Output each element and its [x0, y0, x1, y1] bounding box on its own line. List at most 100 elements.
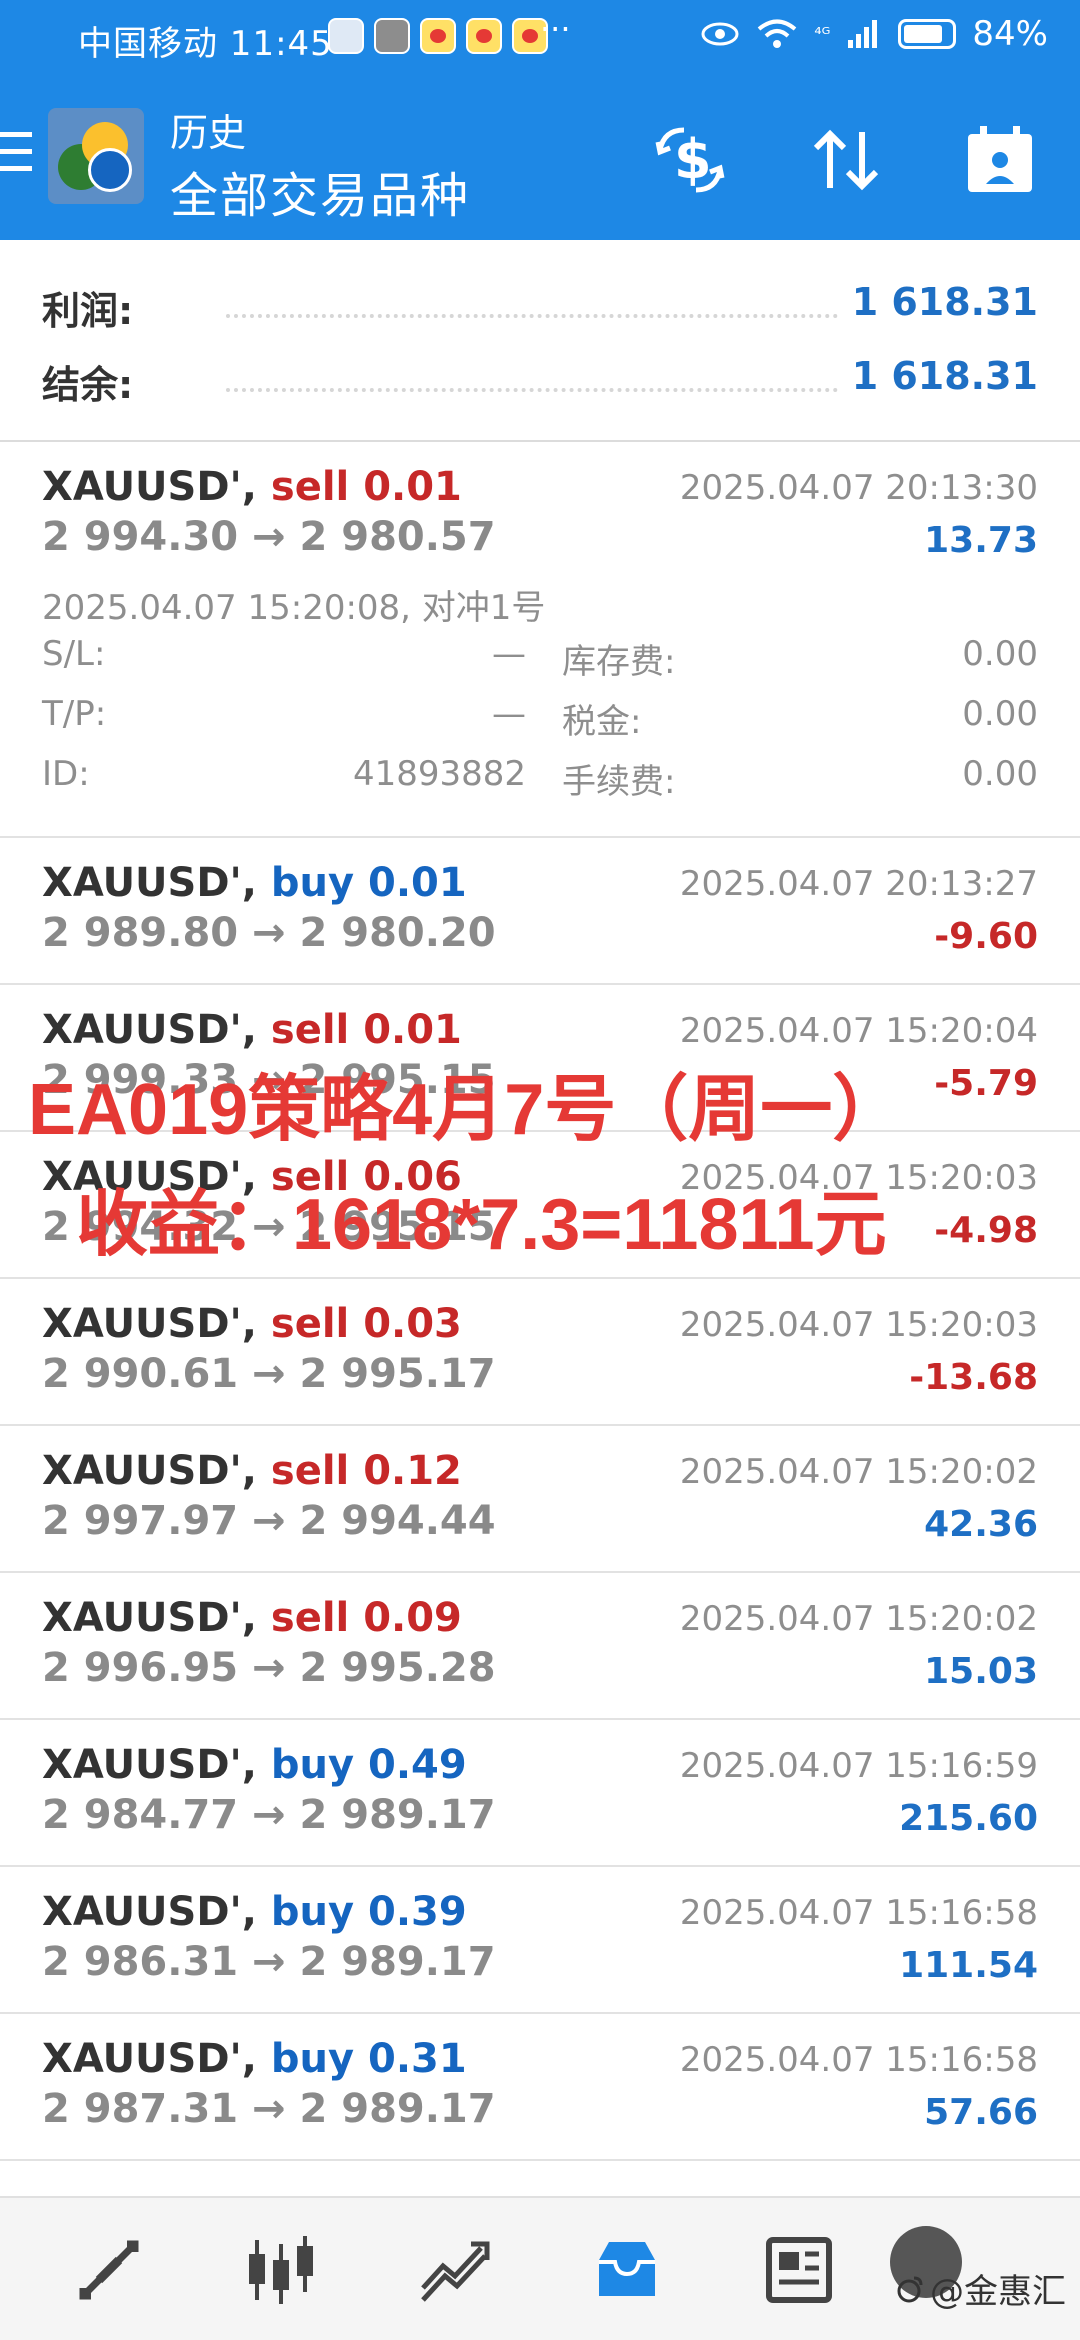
deal-time: 2025.04.07 20:13:27 [679, 864, 1038, 904]
deal-type: buy 0.31 [270, 2036, 467, 2082]
deal-time: 2025.04.07 15:20:02 [679, 1599, 1038, 1639]
profit-row: 利润: 1 618.31 [42, 280, 1038, 340]
svg-text:$: $ [674, 128, 712, 191]
fee-label: 手续费: [562, 762, 676, 802]
deal-profit: -13.68 [909, 1357, 1038, 1398]
deal-row[interactable]: XAUUSD', buy 0.39 2 986.31 → 2 989.17 20… [0, 1867, 1080, 2014]
deal-type: sell 0.03 [270, 1301, 462, 1347]
deal-time: 2025.04.07 15:20:02 [679, 1452, 1038, 1492]
tp-value: — [492, 694, 526, 734]
deal-prices: 2 986.31 → 2 989.17 [42, 1939, 496, 1985]
deal-type: buy 0.01 [270, 860, 467, 906]
profit-value: 1 618.31 [851, 280, 1038, 324]
deal-time: 2025.04.07 15:16:58 [679, 1893, 1038, 1933]
swap-value: 0.00 [962, 634, 1038, 674]
deal-details: S/L: — 库存费: 0.00 T/P: — 税金: 0.00 ID: 418… [42, 634, 1038, 814]
deal-row[interactable]: XAUUSD', sell 0.03 2 990.61 → 2 995.17 2… [0, 1279, 1080, 1426]
menu-icon[interactable] [0, 132, 32, 182]
deal-symbol: XAUUSD', sell 0.03 [42, 1301, 462, 1347]
deal-row[interactable]: XAUUSD', sell 0.12 2 997.97 → 2 994.44 2… [0, 1426, 1080, 1573]
deal-prices: 2 990.61 → 2 995.17 [42, 1351, 496, 1397]
deal-time: 2025.04.07 15:16:59 [679, 1746, 1038, 1786]
trade-icon[interactable] [410, 2230, 500, 2310]
news-icon[interactable] [754, 2230, 844, 2310]
battery-percent: 84% [972, 14, 1048, 54]
deal-row[interactable]: XAUUSD', buy 0.31 2 987.31 → 2 989.17 20… [0, 2014, 1080, 2161]
deal-type: sell 0.01 [270, 464, 462, 510]
id-label: ID: [42, 754, 90, 794]
swap-label: 库存费: [562, 642, 676, 682]
home-app-icon [328, 18, 364, 54]
deal-symbol: XAUUSD', sell 0.12 [42, 1448, 462, 1494]
watermark: @金惠汇 [894, 2264, 1066, 2313]
deal-profit: 111.54 [899, 1945, 1038, 1986]
app-screen: 中国移动 11:45 ··· ⁴ᴳ 84% 历史 全部交易品种 $ 利润: 1 … [0, 0, 1080, 2340]
deal-prices: 2 994.30 → 2 980.57 [42, 514, 496, 560]
deal-prices: 2 984.77 → 2 989.17 [42, 1792, 496, 1838]
balance-value: 1 618.31 [851, 354, 1038, 398]
deal-profit: 15.03 [924, 1651, 1038, 1692]
tax-label: 税金: [562, 702, 642, 742]
sl-label: S/L: [42, 634, 106, 674]
metatrader-logo [48, 108, 144, 204]
page-title: 历史 [170, 111, 247, 155]
deal-time: 2025.04.07 15:16:58 [679, 2040, 1038, 2080]
dotted-leader [226, 388, 838, 392]
deal-symbol: XAUUSD', buy 0.49 [42, 1742, 467, 1788]
deal-symbol: XAUUSD', sell 0.09 [42, 1595, 462, 1641]
deal-row[interactable]: XAUUSD', buy 0.01 2 989.80 → 2 980.20 20… [0, 838, 1080, 985]
network-type: ⁴ᴳ [814, 23, 831, 45]
dotted-leader [226, 314, 838, 318]
deal-symbol: XAUUSD', buy 0.39 [42, 1889, 467, 1935]
deal-time: 2025.04.07 15:20:03 [679, 1305, 1038, 1345]
watermark-text: @金惠汇 [930, 2272, 1066, 2312]
deal-row-expanded[interactable]: XAUUSD', sell 0.01 2 994.30 → 2 980.57 2… [0, 442, 1080, 838]
history-icon[interactable] [582, 2230, 672, 2310]
weibo-icon [897, 2276, 923, 2302]
symbol-filter[interactable]: 全部交易品种 [170, 156, 470, 226]
fee-value: 0.00 [962, 754, 1038, 794]
sort-icon[interactable] [806, 120, 886, 200]
deal-symbol: XAUUSD', sell 0.01 [42, 464, 462, 510]
profit-label: 利润: [42, 289, 134, 333]
balance-row: 结余: 1 618.31 [42, 354, 1038, 414]
deal-symbol: XAUUSD', sell 0.01 [42, 1007, 462, 1053]
id-value: 41893882 [352, 754, 526, 794]
deal-profit: 57.66 [924, 2092, 1038, 2133]
carrier-time: 中国移动 11:45 [78, 24, 333, 64]
quotes-icon[interactable] [64, 2230, 154, 2310]
deal-prices: 2 987.31 → 2 989.17 [42, 2086, 496, 2132]
chart-candles-icon[interactable] [236, 2230, 326, 2310]
deal-symbol: XAUUSD', buy 0.31 [42, 2036, 467, 2082]
overlay-line-2: 收益：1618*7.3=11811元 [76, 1185, 887, 1265]
deal-profit: -9.60 [934, 916, 1038, 957]
deal-prices: 2 989.80 → 2 980.20 [42, 910, 496, 956]
deal-prices: 2 996.95 → 2 995.28 [42, 1645, 496, 1691]
signal-icon [848, 20, 878, 48]
deal-time: 2025.04.07 20:13:30 [679, 468, 1038, 508]
wifi-icon [758, 19, 797, 48]
tax-value: 0.00 [962, 694, 1038, 734]
deal-row[interactable]: XAUUSD', sell 0.09 2 996.95 → 2 995.28 2… [0, 1573, 1080, 1720]
calendar-icon[interactable] [960, 120, 1040, 200]
overlay-line-1: EA019策略4月7号（周一） [28, 1070, 905, 1150]
deal-time: 2025.04.07 15:20:04 [679, 1011, 1038, 1051]
notification-icons [328, 18, 548, 54]
deal-type: sell 0.12 [270, 1448, 462, 1494]
deal-row[interactable]: XAUUSD', buy 0.49 2 984.77 → 2 989.17 20… [0, 1720, 1080, 1867]
balance-label: 结余: [42, 363, 134, 407]
weibo-icon [466, 18, 502, 54]
sl-value: — [492, 634, 526, 674]
bottom-navigation: @金惠汇 [0, 2196, 1080, 2340]
deal-open-info: 2025.04.07 15:20:08, 对冲1号 [42, 588, 546, 628]
dollar-exchange-icon[interactable]: $ [650, 120, 730, 200]
deal-profit: 13.73 [924, 520, 1038, 561]
deal-type: sell 0.09 [270, 1595, 462, 1641]
deal-profit: 42.36 [924, 1504, 1038, 1545]
app-toolbar: 历史 全部交易品种 $ [0, 76, 1080, 240]
overlay-annotation: EA019策略4月7号（周一） 收益：1618*7.3=11811元 [28, 1050, 1068, 1270]
deal-type: buy 0.39 [270, 1889, 467, 1935]
history-summary: 利润: 1 618.31 结余: 1 618.31 [0, 240, 1080, 442]
more-notifications-icon: ··· [540, 10, 571, 48]
weibo-icon [420, 18, 456, 54]
